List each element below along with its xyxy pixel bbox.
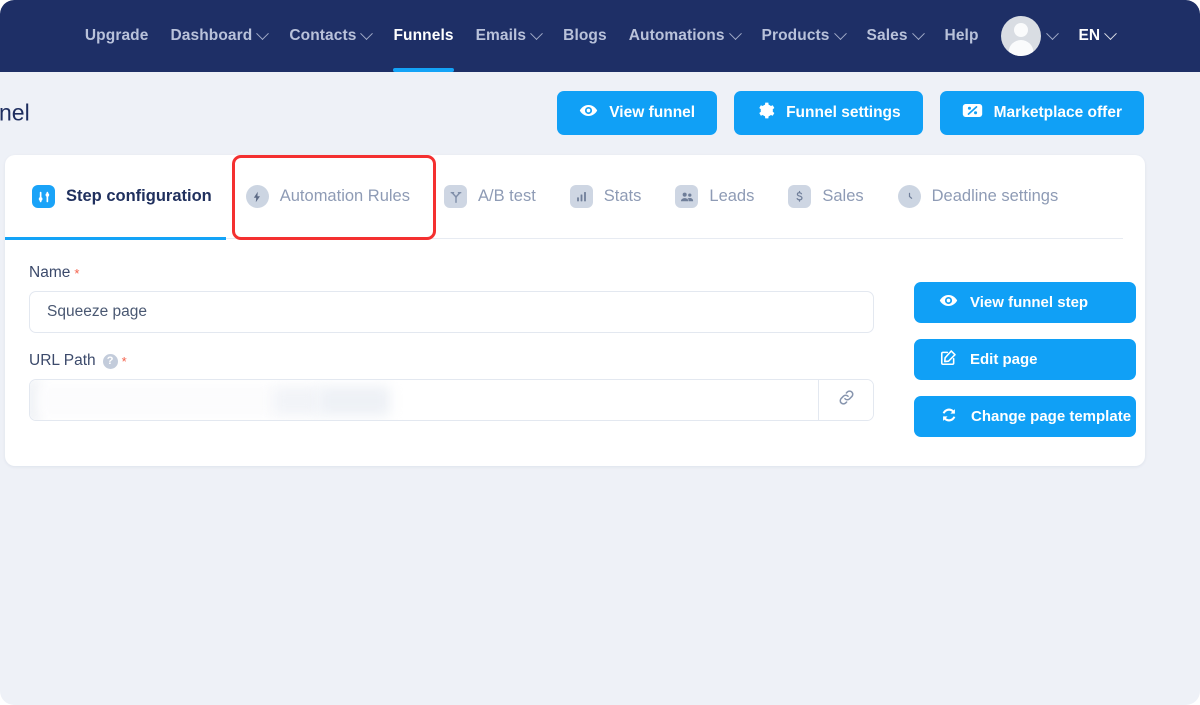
funnel-step-card: Step configuration Automation Rules A/B … [5, 155, 1145, 466]
button-label: Funnel settings [786, 104, 901, 121]
eye-icon [579, 101, 598, 125]
chevron-down-icon [911, 26, 925, 40]
form-column: Name * URL Path ? * [29, 264, 874, 437]
avatar [1000, 16, 1041, 56]
chevron-down-icon [728, 26, 742, 40]
nav-item-label: Upgrade [84, 27, 149, 44]
lightning-icon [245, 185, 269, 208]
redacted-block [318, 386, 390, 416]
nav-item-sales[interactable]: Sales [866, 0, 925, 72]
language-label: EN [1078, 27, 1101, 44]
tab-label: Leads [709, 187, 755, 205]
link-icon [837, 388, 856, 412]
clock-icon [897, 185, 921, 208]
nav-item-label: Products [761, 27, 830, 44]
nav-item-contacts[interactable]: Contacts [289, 0, 374, 72]
app-root: Upgrade Dashboard Contacts Funnels Email… [0, 0, 1200, 705]
nav-item-label: Sales [866, 27, 908, 44]
chevron-down-icon [1045, 26, 1059, 40]
nav-item-label: Contacts [289, 27, 357, 44]
copy-link-button[interactable] [818, 380, 873, 420]
url-path-input-group [29, 379, 874, 421]
card-body: Name * URL Path ? * [5, 239, 1145, 437]
tab-deadline-settings[interactable]: Deadline settings [897, 155, 1059, 239]
tab-label: Automation Rules [279, 187, 410, 205]
view-funnel-button[interactable]: View funnel [557, 91, 718, 135]
chevron-down-icon [1104, 26, 1117, 40]
marketplace-offer-button[interactable]: Marketplace offer [939, 91, 1144, 135]
chevron-down-icon [256, 26, 270, 40]
page-header: nel View funnel Funnel settings Marketpl… [0, 72, 1200, 154]
nav-item-label: Emails [475, 27, 527, 44]
tab-automation-rules[interactable]: Automation Rules [245, 155, 410, 239]
split-icon [444, 185, 467, 208]
nav-item-emails[interactable]: Emails [475, 0, 544, 72]
nav-item-dashboard[interactable]: Dashboard [170, 0, 270, 72]
side-actions-column: View funnel step Edit page Change page t… [914, 264, 1136, 437]
url-path-input[interactable] [30, 380, 818, 420]
tab-label: A/B test [478, 187, 536, 205]
nav-items: Upgrade Dashboard Contacts Funnels Email… [85, 0, 1117, 72]
page-title: nel [0, 99, 30, 126]
button-label: Marketplace offer [993, 104, 1122, 121]
tab-bar: Step configuration Automation Rules A/B … [5, 155, 1123, 240]
required-marker: * [121, 353, 127, 369]
nav-item-upgrade[interactable]: Upgrade [85, 0, 149, 72]
required-marker: * [74, 265, 80, 281]
nav-item-automations[interactable]: Automations [628, 0, 742, 72]
tab-label: Sales [822, 187, 864, 205]
funnel-settings-button[interactable]: Funnel settings [734, 91, 923, 135]
language-selector[interactable]: EN [1078, 0, 1117, 72]
tab-label: Stats [603, 187, 642, 205]
nav-item-label: Automations [628, 27, 725, 44]
help-icon[interactable]: ? [102, 353, 118, 369]
nav-item-products[interactable]: Products [761, 0, 847, 72]
tab-step-configuration[interactable]: Step configuration [5, 155, 226, 240]
button-label: Edit page [970, 351, 1038, 368]
header-actions: View funnel Funnel settings Marketplace … [557, 91, 1144, 135]
chevron-down-icon [833, 26, 847, 40]
edit-icon [939, 348, 958, 371]
tab-label: Step configuration [66, 187, 212, 205]
refresh-icon [939, 405, 959, 429]
tab-label: Deadline settings [931, 187, 1059, 205]
chevron-down-icon [530, 26, 544, 40]
dollar-icon [788, 185, 812, 208]
bar-chart-icon [569, 185, 593, 208]
nav-item-blogs[interactable]: Blogs [563, 0, 607, 72]
nav-item-help[interactable]: Help [945, 0, 979, 72]
tab-leads[interactable]: Leads [675, 155, 754, 239]
top-navigation-bar: Upgrade Dashboard Contacts Funnels Email… [0, 0, 1200, 72]
change-page-template-button[interactable]: Change page template [914, 396, 1136, 437]
nav-item-label: Funnels [393, 27, 454, 44]
name-label-text: Name [29, 264, 71, 281]
name-input[interactable] [29, 291, 874, 333]
gear-icon [756, 101, 775, 125]
redacted-block [36, 384, 276, 418]
tab-stats[interactable]: Stats [569, 155, 642, 239]
chevron-down-icon [360, 26, 374, 40]
ticket-icon [962, 101, 983, 125]
button-label: Change page template [971, 408, 1132, 425]
tab-ab-test[interactable]: A/B test [444, 155, 536, 239]
redacted-block [273, 386, 319, 416]
nav-item-label: Help [944, 27, 979, 44]
edit-page-button[interactable]: Edit page [914, 339, 1136, 380]
account-menu[interactable] [1000, 0, 1059, 72]
eye-icon [939, 291, 958, 314]
url-path-field-label: URL Path ? * [29, 352, 874, 370]
nav-item-label: Blogs [563, 27, 607, 44]
sliders-icon [32, 185, 55, 208]
url-label-text: URL Path [29, 352, 96, 369]
name-field-label: Name * [29, 264, 874, 282]
nav-item-label: Dashboard [170, 27, 253, 44]
view-funnel-step-button[interactable]: View funnel step [914, 282, 1136, 323]
nav-item-funnels[interactable]: Funnels [393, 0, 454, 72]
people-icon [675, 185, 699, 208]
button-label: View funnel step [970, 294, 1089, 311]
tab-sales[interactable]: Sales [788, 155, 864, 239]
button-label: View funnel [609, 104, 696, 121]
